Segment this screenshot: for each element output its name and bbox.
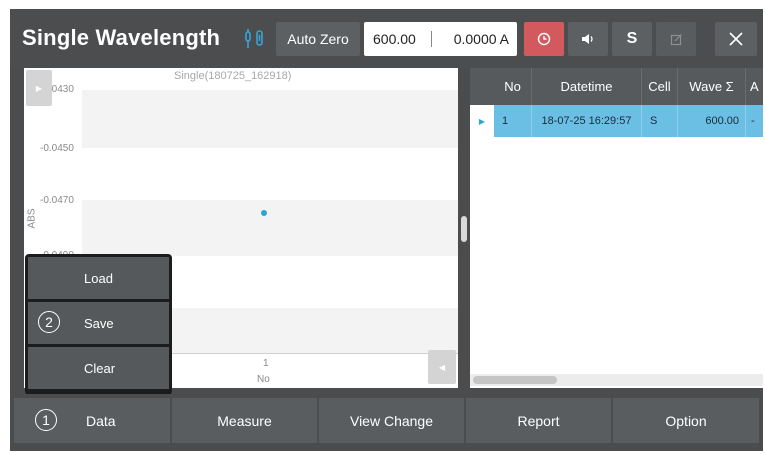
bottom-nav: 1 Data Measure View Change Report Option <box>10 394 763 451</box>
nav-view-change[interactable]: View Change <box>319 398 464 443</box>
expand-panel-button[interactable]: ▶ <box>26 70 52 106</box>
clear-label: Clear <box>84 360 116 376</box>
timer-button[interactable] <box>524 22 564 56</box>
header-bar: Single Wavelength Auto Zero 600.00 0.000… <box>10 9 763 69</box>
sample-button[interactable]: S <box>612 22 652 56</box>
edit-button[interactable] <box>656 22 696 56</box>
app-window: Single Wavelength Auto Zero 600.00 0.000… <box>10 9 763 451</box>
chart-title: Single(180725_162918) <box>174 70 292 82</box>
sound-button[interactable] <box>568 22 608 56</box>
close-icon <box>729 32 743 46</box>
triangle-right-icon: ▶ <box>35 83 43 93</box>
y-tick-label: -0.0470 <box>40 195 74 206</box>
nav-option[interactable]: Option <box>613 398 759 443</box>
data-submenu: Load 2 Save Clear <box>25 254 172 395</box>
chart-band <box>82 200 458 256</box>
callout-number: 1 <box>35 409 57 431</box>
speaker-icon <box>582 34 593 44</box>
load-label: Load <box>84 270 113 286</box>
triangle-left-icon: ◀ <box>438 362 446 372</box>
table-row[interactable]: ▶ 1 18-07-25 16:29:57 S 600.00 - <box>470 105 763 137</box>
auto-zero-button[interactable]: Auto Zero <box>276 22 360 56</box>
wavelength-value: 600.00 <box>373 31 416 47</box>
column-header-wave[interactable]: Wave Σ <box>678 68 746 105</box>
absorbance-value: 0.0000 A <box>453 31 509 47</box>
load-button[interactable]: Load <box>28 257 169 299</box>
cell-abs: - <box>746 105 763 137</box>
data-table[interactable]: No Datetime Cell Wave Σ A ▶ 1 18-07-25 1… <box>470 68 763 388</box>
column-header-abs[interactable]: A <box>746 68 763 105</box>
nav-option-label: Option <box>665 412 707 429</box>
callout-number: 2 <box>38 311 60 333</box>
cell-datetime: 18-07-25 16:29:57 <box>532 105 642 137</box>
cell-cell: S <box>642 105 678 137</box>
page-title: Single Wavelength <box>22 25 221 50</box>
data-point <box>261 210 267 216</box>
close-button[interactable] <box>715 22 757 56</box>
column-header-datetime[interactable]: Datetime <box>532 68 642 105</box>
save-button[interactable]: 2 Save <box>28 302 169 344</box>
cell-wave: 600.00 <box>678 105 746 137</box>
x-tick-label: 1 <box>263 358 269 369</box>
scrollbar-thumb[interactable] <box>473 376 557 384</box>
splitter-handle[interactable] <box>461 216 467 242</box>
y-axis-label: ABS <box>26 208 38 229</box>
horizontal-scrollbar[interactable] <box>470 374 763 386</box>
nav-measure[interactable]: Measure <box>172 398 317 443</box>
column-header-cell[interactable]: Cell <box>642 68 678 105</box>
nav-report[interactable]: Report <box>466 398 611 443</box>
column-header-no[interactable]: No <box>494 68 532 105</box>
chart-band <box>82 90 458 148</box>
wavelength-display[interactable]: 600.00 0.0000 A <box>364 22 517 56</box>
edit-icon <box>670 33 682 45</box>
nav-measure-label: Measure <box>217 412 272 429</box>
save-label: Save <box>84 315 114 331</box>
y-tick-label: -0.0450 <box>40 143 74 154</box>
x-axis-label: No <box>257 374 270 385</box>
link-icon <box>245 29 263 48</box>
nav-data[interactable]: 1 Data <box>14 398 170 443</box>
clear-button[interactable]: Clear <box>28 347 169 389</box>
row-selected-icon: ▶ <box>470 105 494 137</box>
nav-report-label: Report <box>517 412 560 429</box>
table-header: No Datetime Cell Wave Σ A <box>470 68 763 105</box>
cursor-divider <box>431 31 432 47</box>
panel-splitter[interactable] <box>458 68 470 388</box>
cell-no: 1 <box>494 105 532 137</box>
collapse-panel-button[interactable]: ◀ <box>428 350 456 384</box>
timer-icon <box>537 32 551 46</box>
nav-data-label: Data <box>86 412 116 429</box>
nav-view-change-label: View Change <box>349 412 434 429</box>
auto-zero-label: Auto Zero <box>287 31 349 47</box>
sample-label: S <box>626 30 638 47</box>
